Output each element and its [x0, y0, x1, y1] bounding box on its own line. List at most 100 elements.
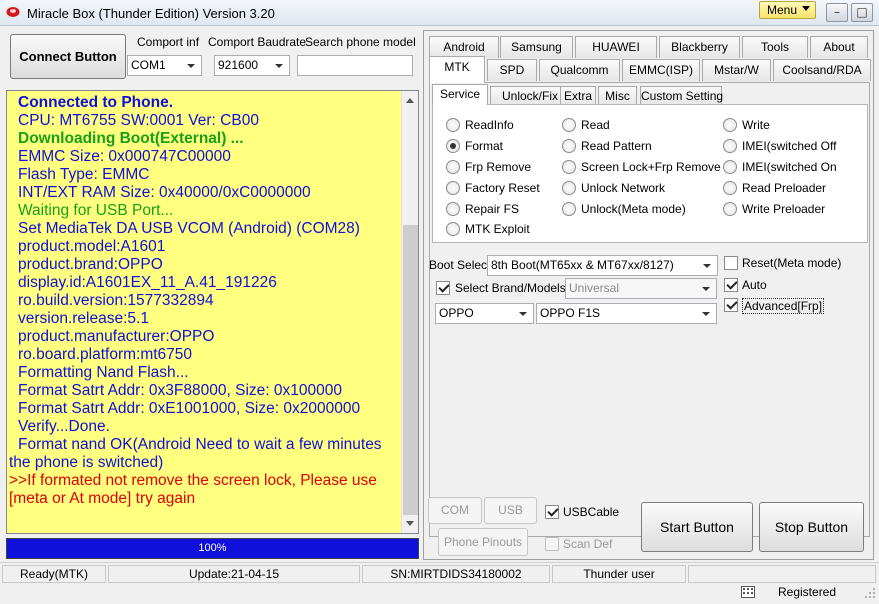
- baudrate-value: 921600: [218, 58, 259, 72]
- brand-select[interactable]: OPPO: [435, 303, 534, 324]
- model-select[interactable]: OPPO F1S: [536, 303, 717, 324]
- scroll-down-icon[interactable]: [406, 521, 414, 526]
- scroll-thumb[interactable]: [403, 225, 418, 515]
- search-label: Search phone model: [305, 35, 416, 49]
- radio-unlock-meta-mode[interactable]: Unlock(Meta mode): [562, 202, 722, 218]
- radio-button-icon[interactable]: [446, 202, 460, 216]
- tab-samsung[interactable]: Samsung: [500, 36, 573, 58]
- radio-label: MTK Exploit: [465, 222, 530, 236]
- minimize-button[interactable]: –: [826, 3, 848, 22]
- subtab-custom-setting[interactable]: Custom Setting: [640, 86, 723, 105]
- radio-button-icon[interactable]: [562, 139, 576, 153]
- tab-coolsand-rda[interactable]: Coolsand/RDA: [773, 59, 871, 81]
- phone-pinouts-button[interactable]: Phone Pinouts: [438, 528, 528, 556]
- tab-blackberry[interactable]: Blackberry: [659, 36, 740, 58]
- subtab-misc[interactable]: Misc: [598, 86, 637, 105]
- chevron-down-icon: [519, 312, 527, 316]
- select-brand-checkbox[interactable]: [436, 281, 450, 295]
- baudrate-select[interactable]: 921600: [214, 55, 290, 76]
- radio-button-icon[interactable]: [562, 202, 576, 216]
- log-scrollbar[interactable]: [401, 91, 418, 533]
- chevron-down-icon: [187, 64, 195, 68]
- log-line: Flash Type: EMMC: [18, 166, 150, 183]
- platform-select[interactable]: Universal: [565, 278, 717, 299]
- comport-select[interactable]: COM1: [127, 55, 202, 76]
- com-scan-button[interactable]: COM Scan: [428, 497, 482, 542]
- search-input[interactable]: [297, 55, 413, 76]
- tab-emmc-isp[interactable]: EMMC(ISP): [622, 59, 700, 81]
- radio-screen-lock-frp-remove[interactable]: Screen Lock+Frp Remove: [562, 160, 722, 176]
- radio-imei-switched-on[interactable]: IMEI(switched On: [723, 160, 879, 176]
- stop-button[interactable]: Stop Button: [759, 502, 864, 552]
- radio-button-icon[interactable]: [562, 181, 576, 195]
- radio-button-icon[interactable]: [446, 160, 460, 174]
- resize-grip-icon[interactable]: [864, 587, 876, 599]
- log-line: Format Satrt Addr: 0x3F88000, Size: 0x10…: [18, 382, 342, 399]
- service-panel: ReadInfo Format Frp Remove Factory Reset Rep…: [432, 104, 868, 243]
- connect-button[interactable]: Connect Button: [10, 34, 126, 79]
- radio-button-icon[interactable]: [723, 160, 737, 174]
- subtab-extra[interactable]: Extra: [560, 86, 596, 105]
- menu-button[interactable]: Menu: [759, 1, 816, 19]
- radio-button-icon[interactable]: [446, 118, 460, 132]
- radio-button-icon[interactable]: [446, 139, 460, 153]
- log-line: ro.build.version:1577332894: [18, 292, 214, 309]
- status-spare: [688, 565, 876, 583]
- log-line: Format nand OK(Android Need to wait a fe…: [18, 436, 382, 453]
- auto-checkbox[interactable]: [724, 278, 738, 292]
- tab-android[interactable]: Android: [429, 36, 499, 58]
- radio-button-icon[interactable]: [723, 181, 737, 195]
- tab-spd[interactable]: SPD: [487, 59, 537, 81]
- log-line: product.brand:OPPO: [18, 256, 163, 273]
- subtab-service[interactable]: Service: [432, 84, 488, 105]
- radio-button-icon[interactable]: [562, 118, 576, 132]
- log-line: product.model:A1601: [18, 238, 166, 255]
- tab-huawei[interactable]: HUAWEI: [575, 36, 657, 58]
- usb-cable-checkbox[interactable]: [545, 505, 559, 519]
- tab-qualcomm[interactable]: Qualcomm: [539, 59, 620, 81]
- log-line: Set MediaTek DA USB VCOM (Android) (COM2…: [18, 220, 360, 237]
- radio-button-icon[interactable]: [446, 222, 460, 236]
- radio-write[interactable]: Write: [723, 118, 879, 134]
- radio-button-icon[interactable]: [562, 160, 576, 174]
- subtab-unlock-fix[interactable]: Unlock/Fix: [490, 86, 570, 105]
- radio-button-icon[interactable]: [723, 139, 737, 153]
- radio-read[interactable]: Read: [562, 118, 722, 134]
- brand-value: OPPO: [439, 306, 474, 320]
- comport-label: Comport inf: [137, 35, 200, 49]
- reset-meta-checkbox[interactable]: [724, 256, 738, 270]
- radio-read-preloader[interactable]: Read Preloader: [723, 181, 879, 197]
- status-bar: Ready(MTK) Update:21-04-15 SN:MIRTDIDS34…: [0, 562, 879, 604]
- radio-write-preloader[interactable]: Write Preloader: [723, 202, 879, 218]
- boot-select[interactable]: 8th Boot(MT65xx & MT67xx/8127): [487, 255, 718, 276]
- scan-def-checkbox[interactable]: [545, 537, 559, 551]
- log-line: Formatting Nand Flash...: [18, 364, 189, 381]
- scroll-up-icon[interactable]: [406, 98, 414, 103]
- radio-label: Write: [742, 118, 770, 132]
- radio-unlock-network[interactable]: Unlock Network: [562, 181, 722, 197]
- chevron-down-icon: [702, 312, 710, 316]
- log-line: product.manufacturer:OPPO: [18, 328, 215, 345]
- radio-label: ReadInfo: [465, 118, 514, 132]
- advanced-frp-checkbox[interactable]: [724, 298, 738, 312]
- radio-imei-switched-off[interactable]: IMEI(switched Off: [723, 139, 879, 155]
- status-serial: SN:MIRTDIDS34180002: [362, 565, 550, 583]
- usb-scan-button[interactable]: USB Scan: [484, 497, 537, 542]
- radio-button-icon[interactable]: [723, 118, 737, 132]
- radio-mtk-exploit[interactable]: MTK Exploit: [446, 222, 606, 238]
- log-line: Waiting for USB Port...: [18, 202, 174, 219]
- log-line: Format Satrt Addr: 0xE1001000, Size: 0x2…: [18, 400, 361, 417]
- log-line: >>If formated not remove the screen lock…: [9, 472, 377, 489]
- registered-label: Registered: [778, 585, 837, 599]
- log-line: ro.board.platform:mt6750: [18, 346, 193, 363]
- tab-mstar-w[interactable]: Mstar/W: [702, 59, 771, 81]
- tab-mtk[interactable]: MTK: [429, 56, 485, 83]
- radio-label: Write Preloader: [742, 202, 826, 216]
- tab-tools[interactable]: Tools: [742, 36, 808, 58]
- maximize-button[interactable]: □: [851, 3, 873, 22]
- radio-button-icon[interactable]: [446, 181, 460, 195]
- radio-read-pattern[interactable]: Read Pattern: [562, 139, 722, 155]
- tab-about[interactable]: About: [810, 36, 868, 58]
- radio-button-icon[interactable]: [723, 202, 737, 216]
- start-button[interactable]: Start Button: [641, 502, 753, 552]
